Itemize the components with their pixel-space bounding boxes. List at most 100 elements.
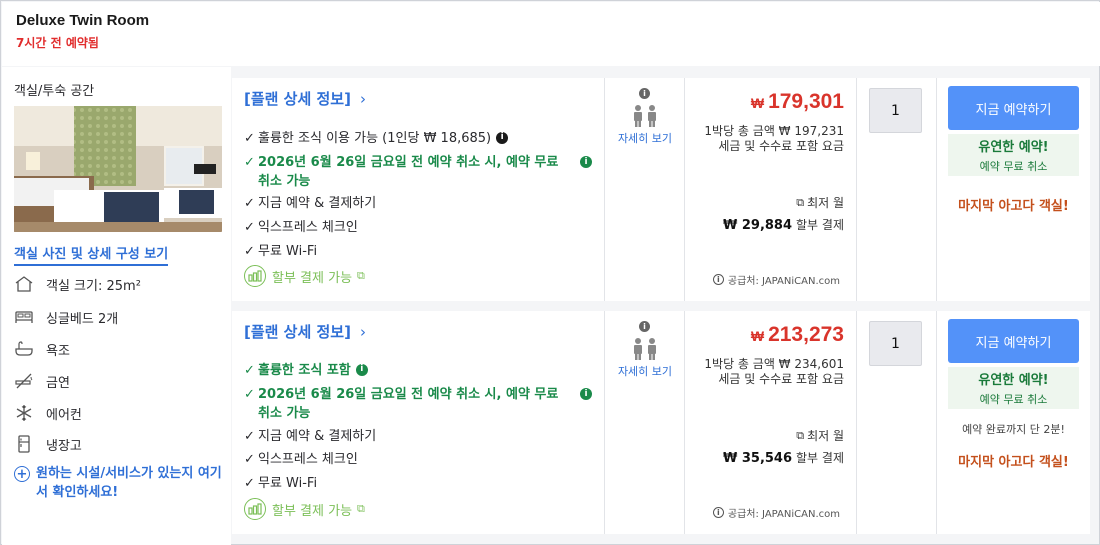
check-icon: ✓ bbox=[244, 363, 255, 378]
fridge-icon bbox=[14, 434, 34, 454]
check-icon: ✓ bbox=[244, 429, 255, 444]
feature-breakfast: ✓ 훌륭한 조식 이용 가능 (1인당 ₩ 18,685) i bbox=[244, 129, 594, 148]
book-now-button[interactable]: 지금 예약하기 bbox=[948, 86, 1079, 130]
guests-details-link[interactable]: 자세히 보기 bbox=[613, 363, 677, 380]
check-icon: ✓ bbox=[244, 131, 255, 146]
check-icon: ✓ bbox=[244, 155, 255, 170]
price-breakdown: 1박당 총 금액 ₩ 197,231 세금 및 수수료 포함 요금 bbox=[694, 124, 844, 154]
feature-pay-now: ✓ 지금 예약 & 결제하기 bbox=[244, 429, 377, 444]
bed-icon bbox=[14, 307, 34, 327]
feature-free-wifi: ✓ 무료 Wi-Fi bbox=[244, 476, 318, 491]
flexible-booking-box: 유연한 예약! 예약 무료 취소 bbox=[948, 134, 1079, 176]
info-icon[interactable]: i bbox=[580, 156, 592, 168]
chevron-right-icon: › bbox=[359, 322, 366, 341]
last-room-alert: 마지막 아고다 객실! bbox=[958, 199, 1069, 214]
info-icon[interactable]: i bbox=[355, 363, 368, 376]
info-icon[interactable]: i bbox=[639, 321, 650, 332]
check-icon: ✓ bbox=[244, 387, 255, 402]
plan-price: ₩179,301 1박당 총 금액 ₩ 197,231 세금 및 수수료 포함 … bbox=[685, 78, 857, 301]
room-photos-link[interactable]: 객실 사진 및 상세 구성 보기 bbox=[14, 243, 169, 266]
installment-icon bbox=[244, 265, 266, 287]
external-link-icon: ⧉ bbox=[796, 195, 805, 209]
room-header: Deluxe Twin Room 7시간 전 예약됨 bbox=[2, 2, 1100, 66]
external-link-icon: ⧉ bbox=[357, 502, 365, 515]
info-icon[interactable]: i bbox=[580, 388, 592, 400]
check-icon: ✓ bbox=[244, 244, 255, 259]
flexible-booking-box: 유연한 예약! 예약 무료 취소 bbox=[948, 367, 1079, 409]
amenity-fridge: 냉장고 bbox=[14, 433, 82, 455]
book-now-button[interactable]: 지금 예약하기 bbox=[948, 319, 1079, 363]
amenity-label: 냉장고 bbox=[46, 438, 82, 454]
info-icon[interactable]: i bbox=[712, 274, 724, 285]
plan-price: ₩213,273 1박당 총 금액 ₩ 234,601 세금 및 수수료 포함 … bbox=[685, 311, 857, 534]
check-icon: ✓ bbox=[244, 196, 255, 211]
min-monthly: ⧉ 최저 월 bbox=[796, 195, 844, 211]
plan-qty: 1 bbox=[857, 311, 937, 534]
check-icon: ✓ bbox=[244, 220, 255, 235]
installment-link[interactable]: 할부 결제 가능 ⧉ bbox=[244, 265, 365, 287]
plus-circle-icon: + bbox=[14, 466, 30, 482]
plan-details-link[interactable]: [플랜 상세 정보] › bbox=[244, 321, 366, 342]
total-price-line: 1박당 총 금액 ₩ 234,601 bbox=[704, 357, 844, 371]
installment-icon bbox=[244, 498, 266, 520]
amenity-beds: 싱글베드 2개 bbox=[14, 306, 118, 328]
chevron-right-icon: › bbox=[359, 89, 366, 108]
info-icon[interactable]: i bbox=[496, 131, 509, 144]
booked-recently-badge: 7시간 전 예약됨 bbox=[16, 36, 99, 50]
room-info-panel: 객실/투숙 공간 객실 사진 및 상세 구성 보기 객실 크기: 25m² 싱글… bbox=[2, 67, 231, 545]
room-card: Deluxe Twin Room 7시간 전 예약됨 객실/투숙 공간 객실 사… bbox=[0, 0, 1100, 545]
feature-free-cancellation: ✓ 2026년 6월 26일 금요일 전 예약 취소 시, 예약 무료 취소 가… bbox=[244, 385, 594, 423]
room-quantity-select[interactable]: 1 bbox=[869, 88, 922, 133]
total-price-line: 1박당 총 금액 ₩ 197,231 bbox=[704, 124, 844, 138]
amenity-label: 싱글베드 2개 bbox=[46, 311, 119, 327]
facility-check-link[interactable]: + 원하는 시설/서비스가 있는지 여기서 확인하세요! bbox=[14, 464, 222, 502]
price-per-night: ₩213,273 bbox=[750, 323, 844, 346]
bathtub-icon bbox=[14, 339, 34, 359]
installment-price: ₩ 35,546 할부 결제 bbox=[722, 451, 844, 466]
section-title: 객실/투숙 공간 bbox=[14, 84, 95, 99]
room-title: Deluxe Twin Room bbox=[16, 12, 150, 29]
tax-line: 세금 및 수수료 포함 요금 bbox=[718, 372, 844, 386]
info-icon[interactable]: i bbox=[712, 507, 724, 518]
amenity-label: 욕조 bbox=[46, 343, 70, 359]
supplier-info: i 공급처: JAPANiCAN.com bbox=[712, 505, 840, 520]
feature-express-checkin: ✓ 익스프레스 체크인 bbox=[244, 220, 358, 235]
plan-guests: i 자세히 보기 bbox=[605, 78, 685, 301]
min-monthly: ⧉ 최저 월 bbox=[796, 428, 844, 444]
info-icon[interactable]: i bbox=[639, 88, 650, 99]
snowflake-icon bbox=[14, 403, 34, 423]
rate-plan-1: [플랜 상세 정보] › ✓ 훌륭한 조식 이용 가능 (1인당 ₩ 18,685… bbox=[232, 78, 1090, 301]
external-link-icon: ⧉ bbox=[796, 428, 805, 442]
amenity-aircon: 에어컨 bbox=[14, 402, 82, 424]
supplier-info: i 공급처: JAPANiCAN.com bbox=[712, 272, 840, 287]
feature-free-wifi: ✓ 무료 Wi-Fi bbox=[244, 244, 318, 259]
plan-guests: i 자세히 보기 bbox=[605, 311, 685, 534]
rate-plan-2: [플랜 상세 정보] › ✓ 훌륭한 조식 포함 i ✓ 2026년 6월 26일 … bbox=[232, 311, 1090, 534]
feature-express-checkin: ✓ 익스프레스 체크인 bbox=[244, 452, 358, 467]
guests-details-link[interactable]: 자세히 보기 bbox=[613, 130, 677, 147]
room-quantity-select[interactable]: 1 bbox=[869, 321, 922, 366]
house-icon bbox=[14, 274, 34, 294]
tax-line: 세금 및 수수료 포함 요금 bbox=[718, 139, 844, 153]
feature-pay-now: ✓ 지금 예약 & 결제하기 bbox=[244, 196, 377, 211]
two-adults-icon bbox=[631, 104, 659, 132]
plan-details-link[interactable]: [플랜 상세 정보] › bbox=[244, 88, 366, 109]
plan-qty: 1 bbox=[857, 78, 937, 301]
amenity-bathtub: 욕조 bbox=[14, 338, 70, 360]
amenity-non-smoking: 금연 bbox=[14, 370, 70, 392]
no-smoking-icon bbox=[14, 371, 34, 391]
feature-free-cancellation: ✓ 2026년 6월 26일 금요일 전 예약 취소 시, 예약 무료 취소 가… bbox=[244, 153, 594, 191]
amenity-label: 객실 크기: 25m² bbox=[46, 278, 141, 294]
plan-features: [플랜 상세 정보] › ✓ 훌륭한 조식 포함 i ✓ 2026년 6월 26일 … bbox=[232, 311, 605, 534]
last-room-alert: 마지막 아고다 객실! bbox=[958, 455, 1069, 470]
check-icon: ✓ bbox=[244, 476, 255, 491]
price-breakdown: 1박당 총 금액 ₩ 234,601 세금 및 수수료 포함 요금 bbox=[694, 357, 844, 387]
plan-booking: 지금 예약하기 유연한 예약! 예약 무료 취소 마지막 아고다 객실! bbox=[937, 78, 1090, 301]
external-link-icon: ⧉ bbox=[357, 269, 365, 282]
price-per-night: ₩179,301 bbox=[750, 90, 844, 113]
installment-link[interactable]: 할부 결제 가능 ⧉ bbox=[244, 498, 365, 520]
two-adults-icon bbox=[631, 337, 659, 365]
room-photo[interactable] bbox=[14, 106, 222, 232]
countdown-text: 예약 완료까지 단 2분! bbox=[962, 423, 1065, 436]
installment-price: ₩ 29,884 할부 결제 bbox=[722, 218, 844, 233]
